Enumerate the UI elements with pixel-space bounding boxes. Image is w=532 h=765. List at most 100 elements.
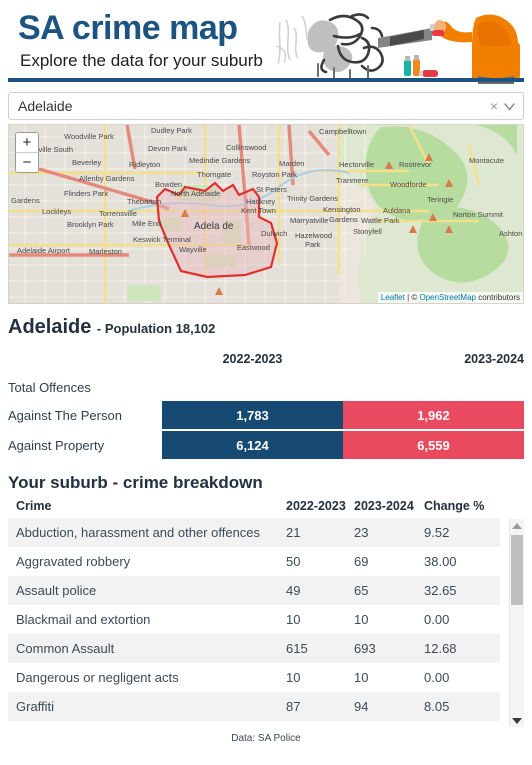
svg-text:St Peters: St Peters [256,185,287,194]
cell-crime: Harassment and threatening behaviour [8,721,286,726]
column-header-change[interactable]: Change % [424,497,500,518]
table-row[interactable]: Common Assault 615 693 12.68 [8,634,500,663]
bar-against-property-prev: 6,124 [162,431,343,459]
clear-icon[interactable]: × [486,99,502,113]
cell-2022-2023: 21 [286,518,354,547]
year-label-prev: 2022-2023 [222,352,283,366]
table-row[interactable]: Aggravated robbery 50 69 38.00 [8,547,500,576]
cell-2023-2024: 65 [354,576,424,605]
scroll-down-arrow-icon[interactable] [510,714,524,727]
search-input[interactable] [9,97,486,115]
svg-text:Medindie Gardens: Medindie Gardens [189,156,251,165]
table-row[interactable]: Assault police 49 65 32.65 [8,576,500,605]
breakdown-heading: Your suburb - crime breakdown [8,473,263,492]
cell-change: 38.00 [424,547,500,576]
table-row[interactable]: Blackmail and extortion 10 10 0.00 [8,605,500,634]
crime-table-body: Abduction, harassment and other offences… [8,518,500,726]
cell-2023-2024: 69 [354,547,424,576]
map-zoom-controls[interactable]: + − [15,132,39,173]
svg-text:Wayville: Wayville [179,245,207,254]
cell-2022-2023: 17 [286,721,354,726]
crime-breakdown-table: Crime 2022-2023 2023-2024 Change % Abduc… [8,497,524,727]
leaflet-link[interactable]: Leaflet [381,293,405,302]
table-scrollbar[interactable] [509,519,524,727]
crime-table-scroll-viewport[interactable]: Abduction, harassment and other offences… [8,518,524,726]
svg-text:Norton Summit: Norton Summit [453,210,504,219]
svg-text:Collinswood: Collinswood [226,143,266,152]
header-divider [8,78,524,82]
svg-text:Hazelwood: Hazelwood [295,231,332,240]
svg-text:Eastwood: Eastwood [237,243,270,252]
summary-row-against-person: Against The Person 1,783 1,962 [8,401,524,429]
column-header-2022-2023[interactable]: 2022-2023 [286,497,354,518]
table-row[interactable]: Dangerous or negligent acts 10 10 0.00 [8,663,500,692]
cell-2022-2023: 615 [286,634,354,663]
svg-text:Dulwich: Dulwich [261,229,287,238]
cell-2022-2023: 50 [286,547,354,576]
suburb-population: - Population 18,102 [96,321,216,336]
chevron-down-glyph [504,102,515,111]
svg-text:Brooklyn Park: Brooklyn Park [67,220,114,229]
cell-change: 8.05 [424,692,500,721]
suburb-search[interactable]: × [8,92,524,120]
svg-text:Gardens: Gardens [329,215,358,224]
svg-text:Trinity Gardens: Trinity Gardens [287,194,338,203]
svg-text:Woodforde: Woodforde [390,180,427,189]
map-attribution: Leaflet | © OpenStreetMap contributors [377,292,523,303]
svg-text:Kent Town: Kent Town [241,206,276,215]
svg-text:Hackney: Hackney [246,197,275,206]
svg-text:Royston Park: Royston Park [252,170,297,179]
bar-against-property-curr: 6,559 [343,431,524,459]
svg-text:Montacute: Montacute [469,156,504,165]
bar-against-person-prev: 1,783 [162,401,343,429]
triangle-up-glyph [512,522,522,529]
svg-text:Campbelltown: Campbelltown [319,127,367,136]
cell-2023-2024: 693 [354,634,424,663]
svg-text:Allenby Gardens: Allenby Gardens [79,174,135,183]
column-header-crime[interactable]: Crime [8,497,286,518]
cell-crime: Abduction, harassment and other offences [8,518,286,547]
svg-text:Beverley: Beverley [72,158,101,167]
data-source-footer: Data: SA Police [231,733,301,744]
table-row[interactable]: Abduction, harassment and other offences… [8,518,500,547]
cell-crime: Graffiti [8,692,286,721]
svg-text:Auldana: Auldana [383,206,411,215]
svg-text:Lockleys: Lockleys [42,207,71,216]
cell-2022-2023: 10 [286,605,354,634]
svg-text:Adela de: Adela de [194,221,234,232]
page-subtitle: Explore the data for your suburb [20,51,263,70]
cell-2023-2024: 23 [354,518,424,547]
svg-text:Marden: Marden [279,159,304,168]
scroll-up-arrow-icon[interactable] [510,519,524,532]
cell-2022-2023: 87 [286,692,354,721]
cell-crime: Aggravated robbery [8,547,286,576]
svg-text:Dudley Park: Dudley Park [151,126,192,135]
year-label-curr: 2023-2024 [464,352,524,366]
zoom-out-button[interactable]: − [16,153,38,172]
cell-2023-2024: 19 [354,721,424,726]
bar-against-person-curr: 1,962 [343,401,524,429]
svg-text:Wattle Park: Wattle Park [361,216,400,225]
table-row[interactable]: Harassment and threatening behaviour 17 … [8,721,500,726]
column-header-2023-2024[interactable]: 2023-2024 [354,497,424,518]
zoom-in-button[interactable]: + [16,133,38,153]
svg-text:North Adelaide: North Adelaide [171,189,220,198]
summary-row-total: Total Offences [8,373,524,401]
cell-2023-2024: 10 [354,663,424,692]
svg-text:Tranmere: Tranmere [336,176,368,185]
cell-change: 9.52 [424,518,500,547]
svg-text:Ridleyton: Ridleyton [129,160,160,169]
cell-2023-2024: 10 [354,605,424,634]
svg-text:Keswick Terminal: Keswick Terminal [133,235,191,244]
scrollbar-thumb[interactable] [511,535,523,605]
suburb-heading: Adelaide - Population 18,102 [8,316,524,339]
summary-label-total: Total Offences [8,379,91,395]
cell-2023-2024: 94 [354,692,424,721]
suburb-map[interactable]: Woodville Park Dudley Park Campbelltown … [8,124,524,304]
cell-change: 11.11 [424,721,500,726]
chevron-down-icon[interactable] [502,100,523,113]
openstreetmap-link[interactable]: OpenStreetMap [419,293,475,302]
table-row[interactable]: Graffiti 87 94 8.05 [8,692,500,721]
svg-text:Rostrevor: Rostrevor [399,160,432,169]
cell-change: 32.65 [424,576,500,605]
